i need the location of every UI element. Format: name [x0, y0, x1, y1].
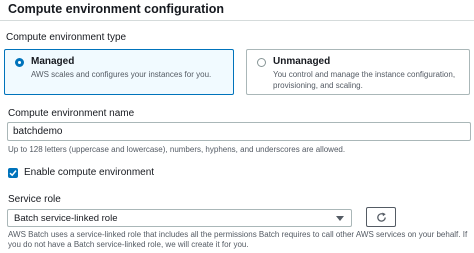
- title-divider: [0, 20, 474, 21]
- name-constraint-hint: Up to 128 letters (uppercase and lowerca…: [8, 145, 346, 154]
- service-role-label: Service role: [8, 194, 61, 205]
- service-role-select[interactable]: Batch service-linked role: [7, 209, 352, 227]
- managed-option-description: AWS scales and configures your instances…: [31, 70, 212, 79]
- enable-compute-environment-label[interactable]: Enable compute environment: [24, 167, 154, 178]
- caret-down-icon: [336, 216, 344, 221]
- compute-environment-type-label: Compute environment type: [6, 32, 127, 43]
- refresh-button[interactable]: [366, 207, 396, 227]
- page-title: Compute environment configuration: [8, 2, 224, 16]
- managed-option-tile[interactable]: Managed AWS scales and configures your i…: [4, 49, 234, 95]
- compute-environment-name-label: Compute environment name: [8, 108, 135, 119]
- enable-compute-environment-checkbox[interactable]: [8, 168, 18, 178]
- service-role-selected-value: Batch service-linked role: [14, 213, 118, 224]
- check-icon: [9, 170, 17, 177]
- unmanaged-option-description: You control and manage the instance conf…: [273, 70, 456, 90]
- unmanaged-option-title: Unmanaged: [273, 56, 331, 67]
- managed-option-title: Managed: [31, 56, 75, 67]
- unmanaged-radio[interactable]: [257, 58, 266, 67]
- managed-radio[interactable]: [15, 58, 24, 67]
- service-role-description: AWS Batch uses a service-linked role tha…: [8, 230, 468, 249]
- refresh-icon: [377, 212, 386, 222]
- unmanaged-option-tile[interactable]: Unmanaged You control and manage the ins…: [246, 49, 470, 95]
- compute-environment-name-input[interactable]: [7, 122, 471, 141]
